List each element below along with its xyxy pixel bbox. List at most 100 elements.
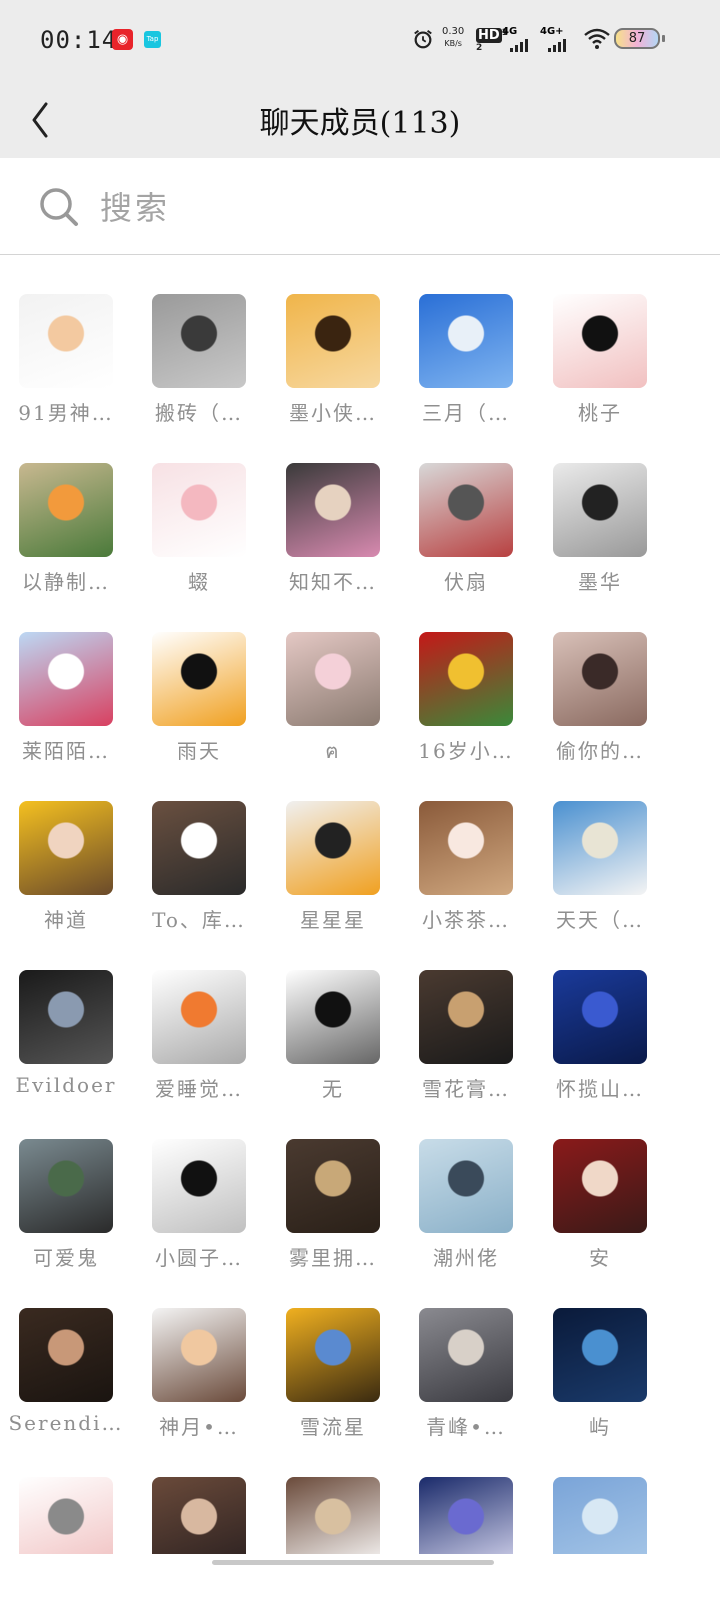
avatar[interactable] — [286, 970, 380, 1064]
member-item[interactable]: Serendi… — [0, 1308, 133, 1448]
member-item[interactable]: ฅ — [266, 632, 400, 772]
avatar[interactable] — [286, 632, 380, 726]
hd-label: HD — [476, 28, 502, 43]
member-item[interactable]: 屿 — [533, 1308, 667, 1448]
member-item[interactable]: 怀揽山… — [533, 970, 667, 1110]
avatar[interactable] — [19, 970, 113, 1064]
avatar[interactable] — [286, 1139, 380, 1233]
avatar[interactable] — [152, 1139, 246, 1233]
member-name: ฅ — [325, 739, 341, 763]
avatar[interactable] — [286, 801, 380, 895]
avatar[interactable] — [419, 801, 513, 895]
avatar[interactable] — [419, 632, 513, 726]
avatar[interactable] — [152, 632, 246, 726]
member-name: 伏扇 — [444, 570, 488, 594]
member-item[interactable]: 雾里拥… — [266, 1139, 400, 1279]
avatar[interactable] — [553, 970, 647, 1064]
member-name: 爱睡觉… — [155, 1077, 243, 1101]
member-name: 小圆子… — [155, 1246, 243, 1270]
member-item[interactable]: 墨华 — [533, 463, 667, 603]
member-name: 三月（… — [422, 401, 510, 425]
member-item[interactable]: 莱陌陌… — [0, 632, 133, 772]
avatar[interactable] — [419, 1308, 513, 1402]
member-item[interactable]: 星星星 — [266, 801, 400, 941]
avatar[interactable] — [19, 1308, 113, 1402]
member-name: 以静制… — [22, 570, 110, 594]
avatar[interactable] — [419, 463, 513, 557]
member-item[interactable]: 可爱鬼 — [0, 1139, 133, 1279]
member-item[interactable]: 雪流星 — [266, 1308, 400, 1448]
member-item[interactable] — [0, 1477, 133, 1554]
member-item[interactable]: 伏扇 — [399, 463, 533, 603]
member-name: 知知不… — [289, 570, 377, 594]
member-item[interactable]: 神月•… — [132, 1308, 266, 1448]
member-item[interactable]: 搬砖（… — [132, 294, 266, 434]
avatar[interactable] — [553, 1139, 647, 1233]
member-item[interactable]: 安 — [533, 1139, 667, 1279]
avatar[interactable] — [152, 801, 246, 895]
avatar[interactable] — [419, 294, 513, 388]
member-item[interactable]: 以静制… — [0, 463, 133, 603]
avatar[interactable] — [553, 1477, 647, 1554]
avatar[interactable] — [19, 632, 113, 726]
member-name: 搬砖（… — [155, 401, 243, 425]
avatar[interactable] — [19, 463, 113, 557]
member-item[interactable]: 91男神… — [0, 294, 133, 434]
avatar[interactable] — [152, 1477, 246, 1554]
avatar[interactable] — [553, 463, 647, 557]
member-item[interactable]: 桃子 — [533, 294, 667, 434]
member-item[interactable]: 天天（… — [533, 801, 667, 941]
avatar[interactable] — [152, 1308, 246, 1402]
avatar[interactable] — [553, 294, 647, 388]
member-item[interactable]: 青峰•… — [399, 1308, 533, 1448]
sim1-label: 4G — [502, 26, 518, 37]
member-item[interactable]: 小圆子… — [132, 1139, 266, 1279]
avatar[interactable] — [286, 294, 380, 388]
avatar[interactable] — [19, 1139, 113, 1233]
member-item[interactable] — [399, 1477, 533, 1554]
avatar[interactable] — [286, 463, 380, 557]
member-item[interactable]: 无 — [266, 970, 400, 1110]
network-speed: 0.30 KB/s — [442, 26, 464, 50]
member-item[interactable]: 雨天 — [132, 632, 266, 772]
member-item[interactable]: 雪花膏… — [399, 970, 533, 1110]
avatar[interactable] — [19, 294, 113, 388]
avatar[interactable] — [553, 632, 647, 726]
member-item[interactable]: 三月（… — [399, 294, 533, 434]
avatar[interactable] — [419, 1139, 513, 1233]
avatar[interactable] — [419, 1477, 513, 1554]
avatar[interactable] — [553, 1308, 647, 1402]
member-name: 桃子 — [578, 401, 622, 425]
avatar[interactable] — [19, 801, 113, 895]
member-name: 小茶茶… — [422, 908, 510, 932]
member-item[interactable]: 爱睡觉… — [132, 970, 266, 1110]
avatar[interactable] — [286, 1308, 380, 1402]
avatar[interactable] — [152, 294, 246, 388]
member-name: 雪流星 — [300, 1415, 366, 1439]
member-item[interactable] — [533, 1477, 667, 1554]
avatar[interactable] — [152, 970, 246, 1064]
member-item[interactable]: 知知不… — [266, 463, 400, 603]
member-item[interactable]: Evildoer — [0, 970, 133, 1110]
network-speed-unit: KB/s — [444, 39, 462, 48]
search-input[interactable] — [100, 188, 660, 228]
member-name: Serendi… — [8, 1411, 124, 1435]
search-bar[interactable] — [0, 158, 720, 255]
member-item[interactable]: To、库… — [132, 801, 266, 941]
avatar[interactable] — [152, 463, 246, 557]
member-item[interactable]: 蝃 — [132, 463, 266, 603]
page-title: 聊天成员(113) — [259, 106, 461, 141]
member-item[interactable] — [266, 1477, 400, 1554]
avatar[interactable] — [419, 970, 513, 1064]
member-item[interactable]: 16岁小… — [399, 632, 533, 772]
member-item[interactable]: 小茶茶… — [399, 801, 533, 941]
member-item[interactable]: 偷你的… — [533, 632, 667, 772]
avatar[interactable] — [19, 1477, 113, 1554]
member-item[interactable]: 墨小侠… — [266, 294, 400, 434]
home-indicator[interactable] — [212, 1560, 494, 1565]
member-item[interactable]: 潮州佬 — [399, 1139, 533, 1279]
avatar[interactable] — [553, 801, 647, 895]
member-item[interactable] — [132, 1477, 266, 1554]
member-item[interactable]: 神道 — [0, 801, 133, 941]
avatar[interactable] — [286, 1477, 380, 1554]
